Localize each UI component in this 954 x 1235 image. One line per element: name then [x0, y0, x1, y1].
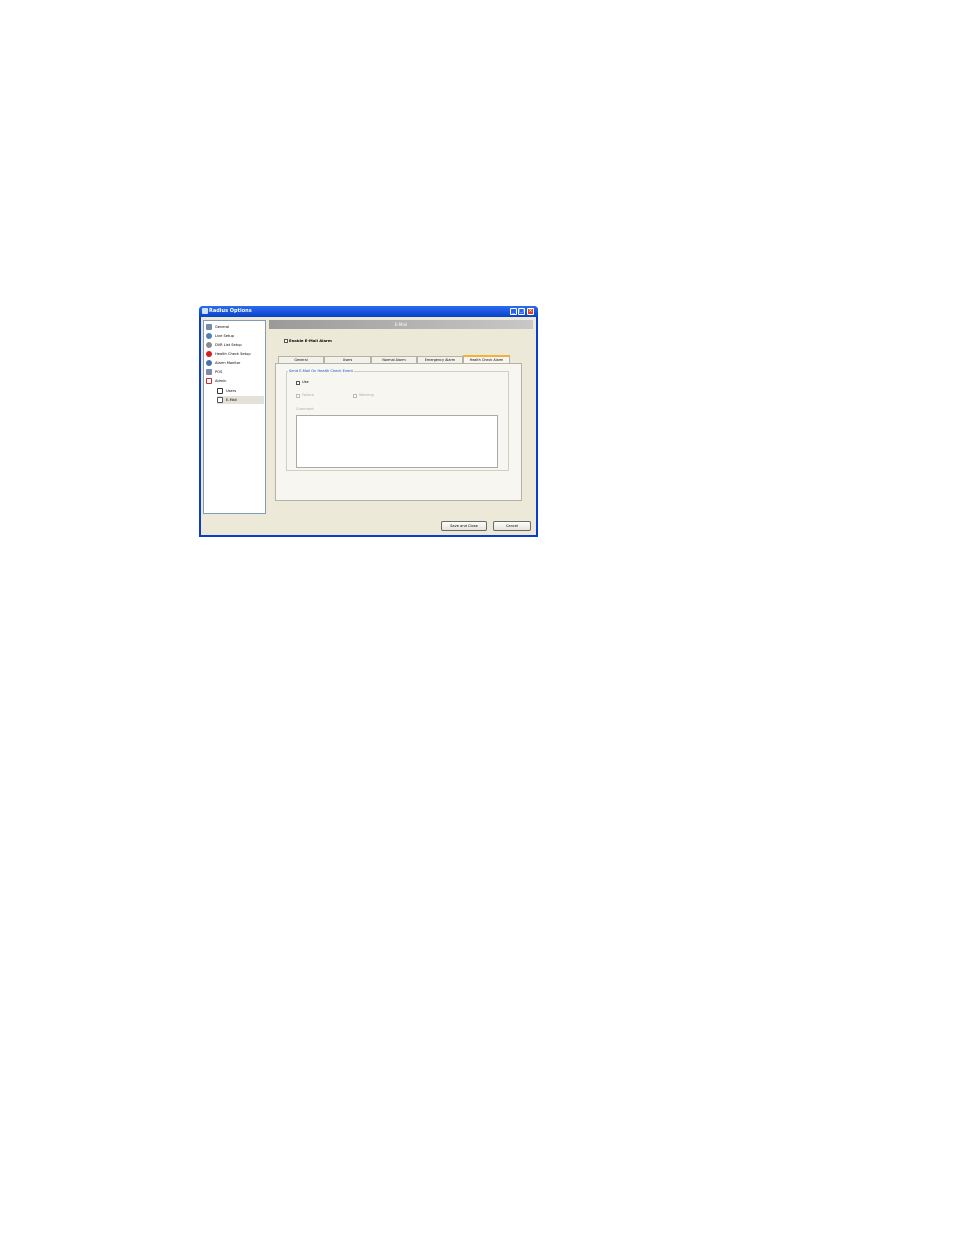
- use-checkbox[interactable]: [296, 381, 300, 385]
- dvr-icon: [206, 342, 212, 348]
- sidebar-item-pos[interactable]: POS: [206, 368, 264, 376]
- title-bar[interactable]: Radius Options _ □ ×: [199, 306, 538, 317]
- sidebar-item-email[interactable]: E-Mail: [217, 396, 264, 404]
- section-header: E-Mail: [269, 320, 533, 329]
- sidebar-item-health-check-setup[interactable]: Health Check Setup: [206, 350, 264, 358]
- use-label: Use: [302, 380, 309, 384]
- email-icon: [217, 397, 223, 403]
- sidebar-item-general[interactable]: General: [206, 323, 264, 331]
- alarm-icon: [206, 360, 212, 366]
- enable-email-alarm-checkbox[interactable]: [284, 339, 288, 343]
- maximize-button[interactable]: □: [518, 308, 525, 315]
- group-title: Send E-Mail On Health Check Event: [288, 369, 354, 374]
- options-tree: General Live Setup DVR List Setup Health…: [203, 320, 266, 514]
- comment-label: Comment: [296, 407, 314, 411]
- options-window: Radius Options _ □ × General Live Setup …: [199, 306, 538, 537]
- sidebar-item-admin[interactable]: Admin: [206, 377, 264, 385]
- app-icon: [202, 308, 208, 314]
- warning-checkbox[interactable]: [353, 394, 357, 398]
- sidebar-item-dvr-list-setup[interactable]: DVR List Setup: [206, 341, 264, 349]
- wrench-icon: [206, 324, 212, 330]
- sidebar-item-live-setup[interactable]: Live Setup: [206, 332, 264, 340]
- sidebar-item-users[interactable]: Users: [217, 387, 264, 395]
- enable-email-alarm-label: Enable E-Mail Alarm: [289, 338, 332, 343]
- comment-textarea[interactable]: [296, 415, 498, 468]
- pos-icon: [206, 369, 212, 375]
- cancel-button[interactable]: Cancel: [493, 521, 531, 531]
- sidebar-item-alarm-monitor[interactable]: Alarm Monitor: [206, 359, 264, 367]
- window-client: General Live Setup DVR List Setup Health…: [201, 317, 536, 535]
- save-and-close-button[interactable]: Save and Close: [441, 521, 487, 531]
- heart-icon: [206, 351, 212, 357]
- main-panel: E-Mail Enable E-Mail Alarm General Users…: [269, 320, 533, 512]
- minimize-button[interactable]: _: [510, 308, 517, 315]
- section-title: E-Mail: [394, 322, 408, 327]
- failure-checkbox[interactable]: [296, 394, 300, 398]
- camera-icon: [206, 333, 212, 339]
- window-title: Radius Options: [209, 308, 252, 314]
- admin-icon: [206, 378, 212, 384]
- failure-label: Failure: [302, 393, 314, 397]
- users-icon: [217, 388, 223, 394]
- close-button[interactable]: ×: [527, 308, 534, 315]
- warning-label: Warning: [359, 393, 374, 397]
